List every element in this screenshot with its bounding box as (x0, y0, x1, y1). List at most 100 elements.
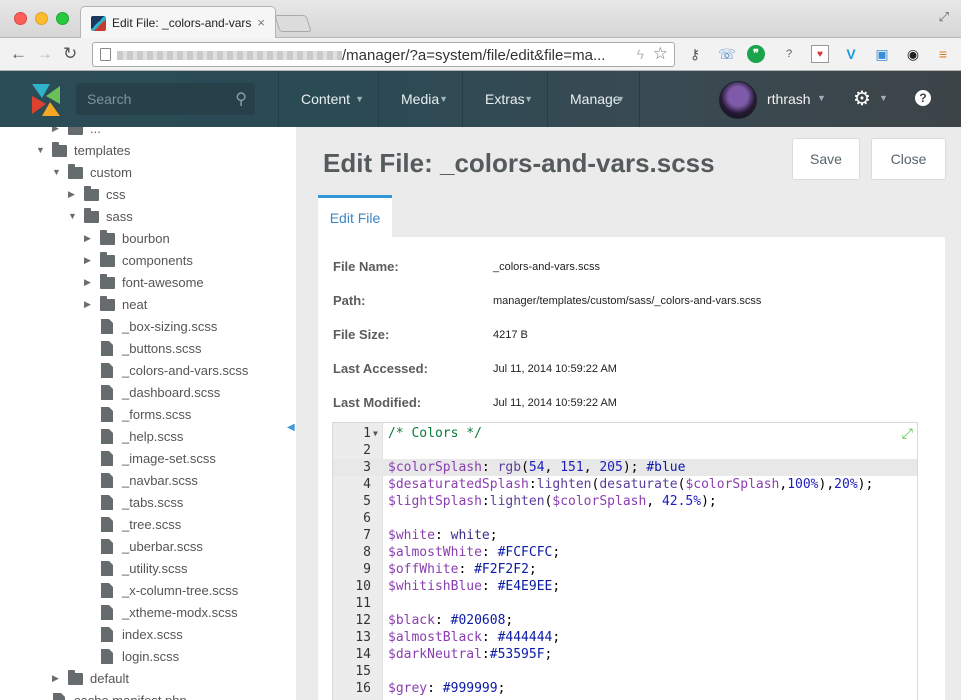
code-token: $almostWhite (388, 545, 482, 560)
modx-logo-icon[interactable] (28, 82, 64, 118)
code-line[interactable]: 7 $white: white; (333, 527, 917, 544)
menu-manage[interactable]: Manage ▼ (547, 71, 640, 127)
code-token: white (450, 528, 490, 543)
new-tab-button[interactable] (274, 15, 312, 32)
save-button[interactable]: Save (792, 138, 860, 180)
code-line[interactable]: 5 $lightSplash:lighten($colorSplash, 42.5… (333, 493, 917, 510)
bookmark-star-icon[interactable]: ☆ (653, 44, 668, 64)
tree-file-item[interactable]: cache.manifest.php (36, 691, 276, 700)
code-line[interactable]: 16 $grey: #999999; (333, 680, 917, 697)
tree-file-item[interactable]: _tabs.scss (84, 493, 285, 515)
lightning-icon[interactable]: ϟ (637, 46, 644, 62)
tree-file-item[interactable]: _box-sizing.scss (84, 317, 285, 339)
key-icon[interactable]: ⚷ (686, 45, 704, 63)
code-line[interactable]: 14 $darkNeutral:#53595F; (333, 646, 917, 663)
tree-folder-item[interactable]: ▼ custom (52, 163, 285, 185)
code-line[interactable]: 13 $almostBlack: #444444; (333, 629, 917, 646)
expanded-arrow-icon[interactable]: ▼ (52, 167, 62, 177)
code-line[interactable]: 9 $offWhite: #F2F2F2; (333, 561, 917, 578)
pocket-icon[interactable]: ♥ (811, 45, 829, 63)
expanded-arrow-icon[interactable]: ▼ (68, 211, 78, 221)
tree-file-item[interactable]: _forms.scss (84, 405, 285, 427)
tree-folder-item[interactable]: ▶ components (84, 251, 285, 273)
hamburger-icon[interactable]: ≡ (934, 45, 952, 63)
close-tab-icon[interactable]: × (257, 15, 265, 30)
user-name[interactable]: rthrash (767, 91, 811, 107)
browser-tab-active[interactable]: Edit File: _colors-and-vars × (80, 6, 276, 39)
code-line[interactable]: 15 (333, 663, 917, 680)
address-bar[interactable]: /manager/?a=system/file/edit&file=ma... … (92, 42, 675, 67)
gear-icon[interactable]: ⚙ (853, 86, 871, 111)
close-button[interactable]: Close (871, 138, 946, 180)
reload-icon[interactable]: ↻ (63, 44, 77, 64)
window-close-button[interactable] (14, 12, 27, 25)
window-minimize-button[interactable] (35, 12, 48, 25)
code-line[interactable]: 11 (333, 595, 917, 612)
tree-file-item[interactable]: _navbar.scss (84, 471, 285, 493)
collapsed-arrow-icon[interactable]: ▶ (52, 673, 62, 684)
fullscreen-icon[interactable]: ⤢ (939, 9, 949, 25)
tree-folder-item[interactable]: ▶ default (52, 669, 285, 691)
tree-file-item[interactable]: _utility.scss (84, 559, 285, 581)
tree-folder-item[interactable]: ▼ templates (36, 141, 276, 163)
help-icon[interactable]: ? (915, 90, 931, 106)
code-line[interactable]: 12 $black: #020608; (333, 612, 917, 629)
search-box[interactable]: Search ⚲ (76, 83, 255, 115)
collapsed-arrow-icon[interactable]: ▶ (68, 189, 78, 200)
search-input[interactable]: Search (87, 91, 131, 107)
tree-file-item[interactable]: _uberbar.scss (84, 537, 285, 559)
code-line[interactable]: 4 $desaturatedSplash:lighten(desaturate($… (333, 476, 917, 493)
tree-folder-item[interactable]: ▶ neat (84, 295, 285, 317)
collapse-left-icon[interactable]: ◀ (287, 422, 295, 433)
code-line[interactable]: 2 (333, 442, 917, 459)
address-url[interactable]: /manager/?a=system/file/edit&file=ma... (342, 47, 605, 64)
sidebar-collapse-handle[interactable]: ◀ (286, 400, 296, 456)
hangouts-icon[interactable]: ❞ (747, 45, 765, 63)
folder-icon[interactable]: ▣ (873, 45, 891, 63)
collapsed-arrow-icon[interactable]: ▶ (84, 299, 94, 310)
code-line[interactable]: 10 $whitishBlue: #E4E9EE; (333, 578, 917, 595)
tree-folder-item[interactable]: ▼ sass (68, 207, 285, 229)
collapsed-arrow-icon[interactable]: ▶ (84, 277, 94, 288)
tab-edit-file[interactable]: Edit File (318, 195, 392, 237)
collapsed-arrow-icon[interactable]: ▶ (52, 127, 62, 134)
code-line[interactable]: 6 (333, 510, 917, 527)
back-arrow-icon[interactable]: ← (10, 44, 27, 64)
tree-folder-item[interactable]: ▶ css (68, 185, 285, 207)
menu-media[interactable]: Media ▼ (378, 71, 462, 127)
tree-file-item[interactable]: _help.scss (84, 427, 285, 449)
window-zoom-button[interactable] (56, 12, 69, 25)
tampermonkey-icon[interactable]: ◉ (904, 45, 922, 63)
tree-file-item[interactable]: _buttons.scss (84, 339, 285, 361)
code-line[interactable]: 1 ▼ /* Colors */ (333, 425, 917, 442)
tree-file-item[interactable]: _image-set.scss (84, 449, 285, 471)
code-editor[interactable]: ⤢ 1 ▼/* Colors */2 3 $colorSplash: rgb(54, … (332, 422, 918, 700)
fold-arrow-icon[interactable]: ▼ (373, 425, 378, 442)
expanded-arrow-icon[interactable]: ▼ (36, 145, 46, 155)
chevron-down-icon[interactable]: ▼ (817, 93, 826, 103)
tree-folder-item[interactable]: ▶ font-awesome (84, 273, 285, 295)
menu-content[interactable]: Content ▼ (278, 71, 378, 127)
tree-file-item[interactable]: _tree.scss (84, 515, 285, 537)
tree-file-item[interactable]: _dashboard.scss (84, 383, 285, 405)
vimeo-icon[interactable]: V (842, 45, 860, 63)
tree-file-item[interactable]: _xtheme-modx.scss (84, 603, 285, 625)
tree-file-item[interactable]: _x-column-tree.scss (84, 581, 285, 603)
avatar[interactable] (719, 81, 757, 119)
tree-file-item[interactable]: index.scss (84, 625, 285, 647)
tree-folder-item[interactable]: ▶... (52, 127, 285, 141)
menu-extras[interactable]: Extras ▼ (462, 71, 547, 127)
bell-badge-icon[interactable]: ☏ (718, 45, 736, 63)
question-icon[interactable]: ? (780, 45, 798, 63)
search-icon[interactable]: ⚲ (235, 89, 247, 109)
collapsed-arrow-icon[interactable]: ▶ (84, 233, 94, 244)
tree-folder-item[interactable]: ▶ bourbon (84, 229, 285, 251)
code-line[interactable]: 8 $almostWhite: #FCFCFC; (333, 544, 917, 561)
collapsed-arrow-icon[interactable]: ▶ (84, 255, 94, 266)
code-line[interactable]: 3 $colorSplash: rgb(54, 151, 205); #blue (333, 459, 917, 476)
forward-arrow-icon[interactable]: → (36, 44, 53, 64)
code-text: $almostWhite: #FCFCFC; (388, 544, 560, 561)
tree-file-item[interactable]: _colors-and-vars.scss (84, 361, 285, 383)
chevron-down-icon[interactable]: ▼ (879, 93, 888, 103)
tree-file-item[interactable]: login.scss (84, 647, 285, 669)
